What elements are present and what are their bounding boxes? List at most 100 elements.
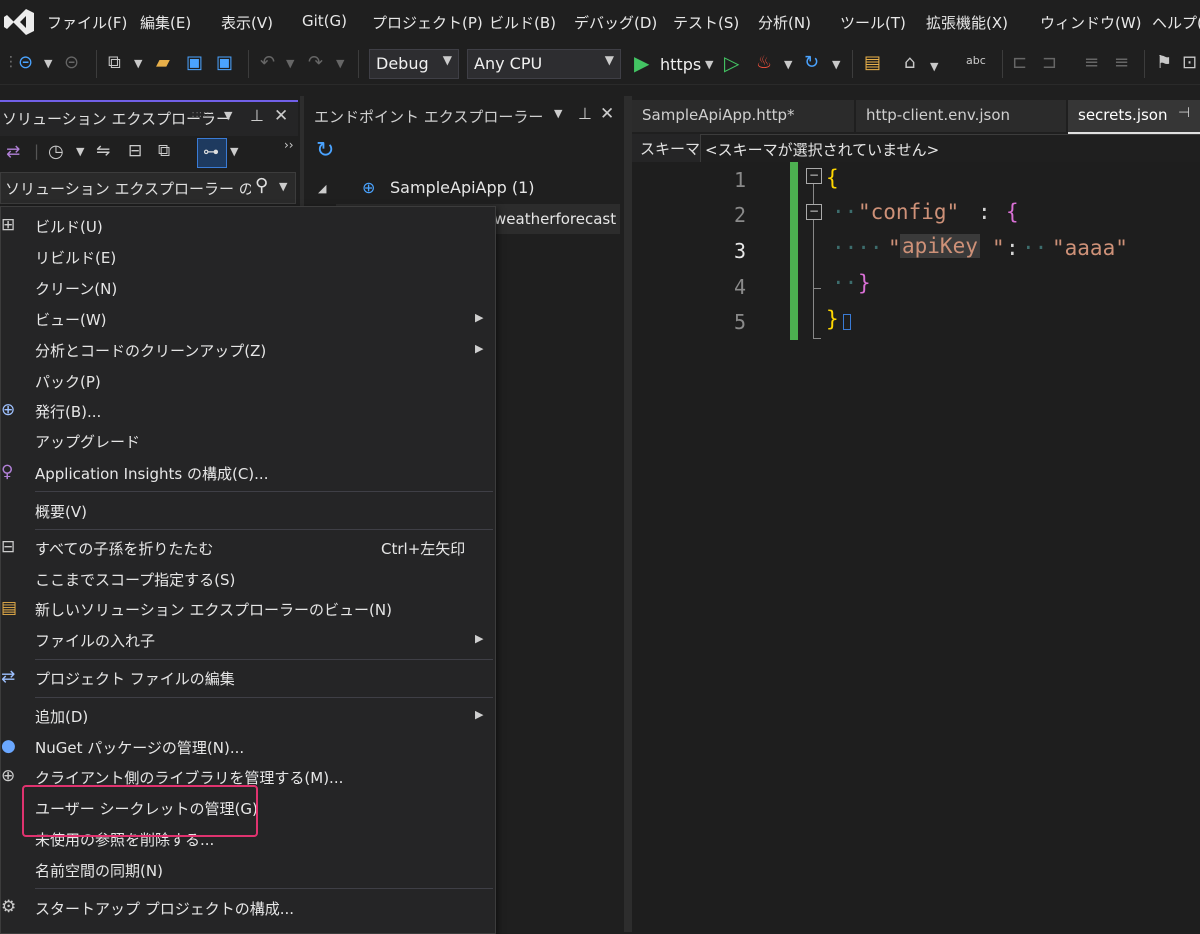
menu-item-view[interactable]: ビュー(W) ▶ — [1, 305, 495, 335]
pending-dropdown-icon[interactable]: ▼ — [76, 145, 84, 158]
show-all-files-icon[interactable]: ⧉ — [158, 141, 170, 161]
new-dropdown-icon[interactable]: ▼ — [134, 57, 142, 70]
toolbar-more-icon[interactable]: ⊡ — [1182, 52, 1197, 73]
menu-project[interactable]: プロジェクト(P) — [372, 12, 483, 33]
bookmark-icon[interactable]: ⚑ — [1156, 52, 1172, 73]
schema-selector[interactable]: <スキーマが選択されていません> — [700, 134, 1200, 164]
refresh-icon[interactable]: ↻ — [316, 138, 334, 163]
gear-icon: ⚙ — [1, 897, 17, 917]
menu-item-pack[interactable]: パック(P) — [1, 367, 495, 397]
tab-http-client-env[interactable]: http-client.env.json — [856, 100, 1066, 132]
browse-folder-icon[interactable]: ▤ — [864, 52, 881, 73]
menu-edit[interactable]: 編集(E) — [140, 12, 191, 33]
forward-icon[interactable]: ⊝ — [64, 52, 79, 73]
new-project-icon[interactable]: ⧉ — [108, 52, 121, 73]
refresh-icon[interactable]: ↻ — [804, 52, 819, 73]
search-options-dropdown-icon[interactable]: ▼ — [279, 180, 287, 193]
menu-file[interactable]: ファイル(F) — [47, 12, 127, 33]
start-without-debug-icon[interactable]: ▷ — [724, 51, 739, 75]
menu-item-edit-project-file[interactable]: ⇄ プロジェクト ファイルの編集 — [1, 664, 495, 694]
line-number: 4 — [733, 275, 746, 299]
run-target-label[interactable]: https — [660, 55, 701, 74]
menu-item-sync-namespaces[interactable]: 名前空間の同期(N) — [1, 856, 495, 886]
menu-item-scope-to-this[interactable]: ここまでスコープ指定する(S) — [1, 565, 495, 595]
menu-debug[interactable]: デバッグ(D) — [574, 12, 657, 33]
expand-arrow-icon[interactable]: ◢ — [318, 182, 326, 195]
collapse-all-icon[interactable]: ⊟ — [128, 141, 142, 161]
pending-changes-icon[interactable]: ◷ — [48, 141, 64, 162]
redo-icon[interactable]: ↷ — [308, 52, 323, 73]
collapse-icon[interactable]: − — [806, 168, 822, 184]
layout-icon[interactable]: ⌂ — [904, 52, 915, 73]
save-icon[interactable]: ▣ — [186, 52, 203, 73]
undo-icon[interactable]: ↶ — [260, 52, 275, 73]
submenu-arrow-icon: ▶ — [475, 311, 484, 324]
platform-combo[interactable]: Any CPU ▼ — [467, 49, 621, 79]
back-icon[interactable]: ⊝ — [18, 52, 33, 73]
menu-item-configure-startup[interactable]: ⚙ スタートアップ プロジェクトの構成... — [1, 894, 495, 924]
panel-grip[interactable]: ∷∷∷ — [192, 110, 214, 121]
spell-check-icon[interactable]: abc — [966, 54, 986, 67]
comment-icon[interactable]: ≡ — [1084, 52, 1099, 73]
menu-item-overview[interactable]: 概要(V) — [1, 497, 495, 527]
refresh-dropdown-icon[interactable]: ▼ — [832, 58, 840, 71]
solution-search-box[interactable]: ソリューション エクスプローラー の検索 ( ⚲ ▼ — [0, 172, 296, 204]
open-folder-icon[interactable]: ▰ — [156, 52, 170, 73]
start-debug-icon[interactable]: ▶ — [634, 51, 649, 75]
menu-tools[interactable]: ツール(T) — [840, 12, 906, 33]
code-editor[interactable]: 1 2 3 4 5 − − { ·· "config" : { ···· " a… — [632, 162, 1200, 932]
close-icon[interactable]: ✕ — [274, 106, 288, 126]
configuration-combo[interactable]: Debug ▼ — [369, 49, 459, 79]
close-icon[interactable]: ✕ — [600, 104, 614, 124]
view-dropdown-icon[interactable]: ▼ — [230, 145, 238, 158]
layout-dropdown-icon[interactable]: ▼ — [930, 60, 938, 73]
pin-icon[interactable]: ⊥ — [250, 106, 264, 125]
menu-item-rebuild[interactable]: リビルド(E) — [1, 243, 495, 273]
indent-icon[interactable]: ⊐ — [1042, 52, 1057, 73]
save-all-icon[interactable]: ▣ — [216, 52, 233, 73]
menu-view[interactable]: 表示(V) — [221, 12, 273, 33]
panel-splitter[interactable] — [624, 96, 632, 932]
window-position-icon[interactable]: ▼ — [224, 109, 232, 122]
menu-item-manage-nuget[interactable]: ● NuGet パッケージの管理(N)... — [1, 733, 495, 763]
visual-studio-logo-icon — [4, 9, 34, 35]
tab-secrets-json[interactable]: secrets.json ⊣ — [1068, 100, 1200, 134]
menu-item-file-nesting[interactable]: ファイルの入れ子 ▶ — [1, 626, 495, 656]
window-position-icon[interactable]: ▼ — [554, 107, 562, 120]
pin-icon[interactable]: ⊣ — [1178, 105, 1190, 121]
redo-dropdown-icon[interactable]: ▼ — [336, 57, 344, 70]
run-target-dropdown-icon[interactable]: ▼ — [705, 58, 713, 71]
vs-project-icon[interactable]: ⇄ — [6, 142, 20, 162]
tab-sampleapiapp-http[interactable]: SampleApiApp.http* — [632, 100, 854, 132]
menu-build[interactable]: ビルド(B) — [489, 12, 556, 33]
collapse-icon[interactable]: − — [806, 204, 822, 220]
menu-test[interactable]: テスト(S) — [673, 12, 739, 33]
menu-help[interactable]: ヘルプ( — [1152, 12, 1200, 33]
app-node-label[interactable]: SampleApiApp (1) — [390, 178, 535, 197]
menu-item-app-insights[interactable]: ♀ Application Insights の構成(C)... — [1, 459, 495, 489]
menu-item-build[interactable]: ⊞ ビルド(U) — [1, 212, 495, 242]
menu-item-label: ファイルの入れ子 — [35, 632, 156, 650]
menu-item-publish[interactable]: ⊕ 発行(B)... — [1, 397, 495, 427]
hot-reload-icon[interactable]: ♨ — [756, 52, 772, 73]
menu-item-collapse-all[interactable]: ⊟ すべての子孫を折りたたむ Ctrl+左矢印 — [1, 534, 495, 564]
menu-analyze[interactable]: 分析(N) — [758, 12, 811, 33]
overflow-icon[interactable]: ›› — [284, 138, 294, 152]
menu-extensions[interactable]: 拡張機能(X) — [926, 12, 1008, 33]
menu-window[interactable]: ウィンドウ(W) — [1040, 12, 1142, 33]
uncomment-icon[interactable]: ≡ — [1114, 52, 1129, 73]
menu-item-new-explorer-view[interactable]: ▤ 新しいソリューション エクスプローラーのビュー(N) — [1, 595, 495, 625]
menu-git[interactable]: Git(G) — [302, 12, 347, 30]
hot-reload-dropdown-icon[interactable]: ▼ — [784, 58, 792, 71]
undo-dropdown-icon[interactable]: ▼ — [286, 57, 294, 70]
menu-item-clean[interactable]: クリーン(N) — [1, 274, 495, 304]
back-dropdown-icon[interactable]: ▼ — [44, 57, 52, 70]
menu-item-add[interactable]: 追加(D) ▶ — [1, 702, 495, 732]
menu-item-upgrade[interactable]: アップグレード — [1, 427, 495, 457]
sync-icon[interactable]: ⇋ — [96, 141, 110, 161]
preview-selected-button[interactable]: ⊶ — [197, 138, 227, 168]
search-icon[interactable]: ⚲ — [255, 175, 268, 196]
pin-icon[interactable]: ⊥ — [578, 104, 592, 123]
outdent-icon[interactable]: ⊏ — [1012, 52, 1027, 73]
menu-item-analyze-cleanup[interactable]: 分析とコードのクリーンアップ(Z) ▶ — [1, 336, 495, 366]
